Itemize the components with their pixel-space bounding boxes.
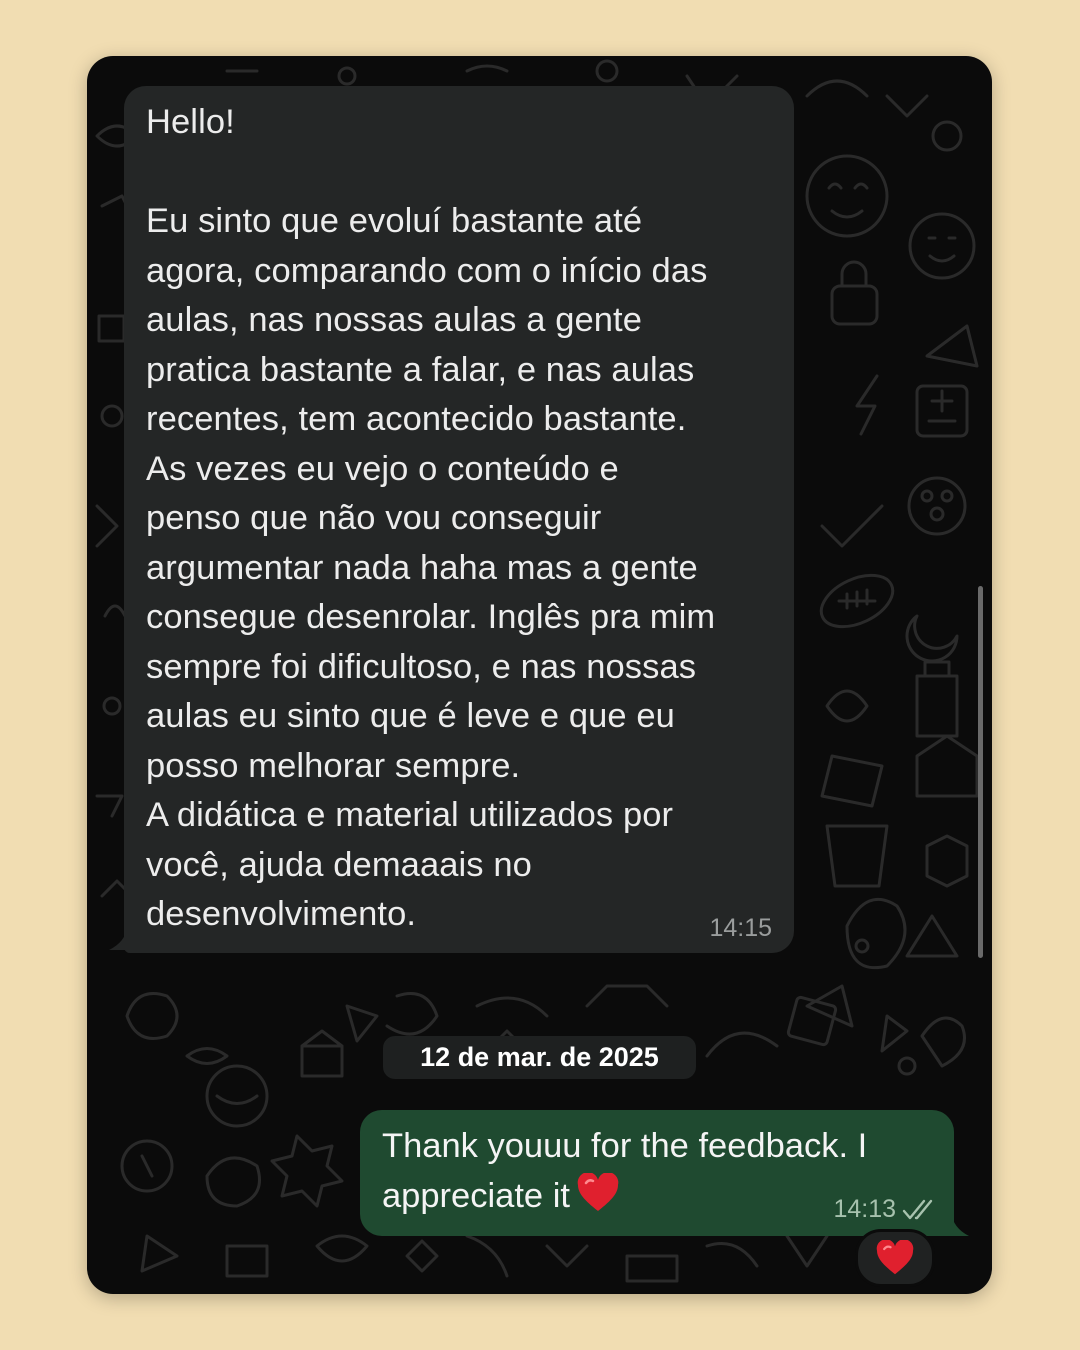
incoming-message-bubble[interactable]: Hello! Eu sinto que evoluí bastante até … <box>124 86 794 953</box>
message-reaction[interactable] <box>855 1229 935 1287</box>
heart-icon <box>577 1172 619 1211</box>
heart-icon <box>876 1240 914 1275</box>
scrollbar[interactable] <box>978 586 983 958</box>
double-check-icon <box>902 1199 933 1219</box>
outgoing-message-time: 14:13 <box>833 1195 896 1223</box>
outgoing-message-text: Thank youuu for the feedback. I apprecia… <box>382 1127 868 1215</box>
chat-window: Hello! Eu sinto que evoluí bastante até … <box>87 56 992 1294</box>
outgoing-message-meta: 14:13 <box>833 1195 936 1224</box>
date-separator: 12 de mar. de 2025 <box>383 1036 696 1079</box>
incoming-message-time: 14:15 <box>709 914 772 942</box>
incoming-message-text: Hello! Eu sinto que evoluí bastante até … <box>146 103 716 933</box>
outgoing-message-bubble[interactable]: Thank youuu for the feedback. I apprecia… <box>360 1110 954 1236</box>
